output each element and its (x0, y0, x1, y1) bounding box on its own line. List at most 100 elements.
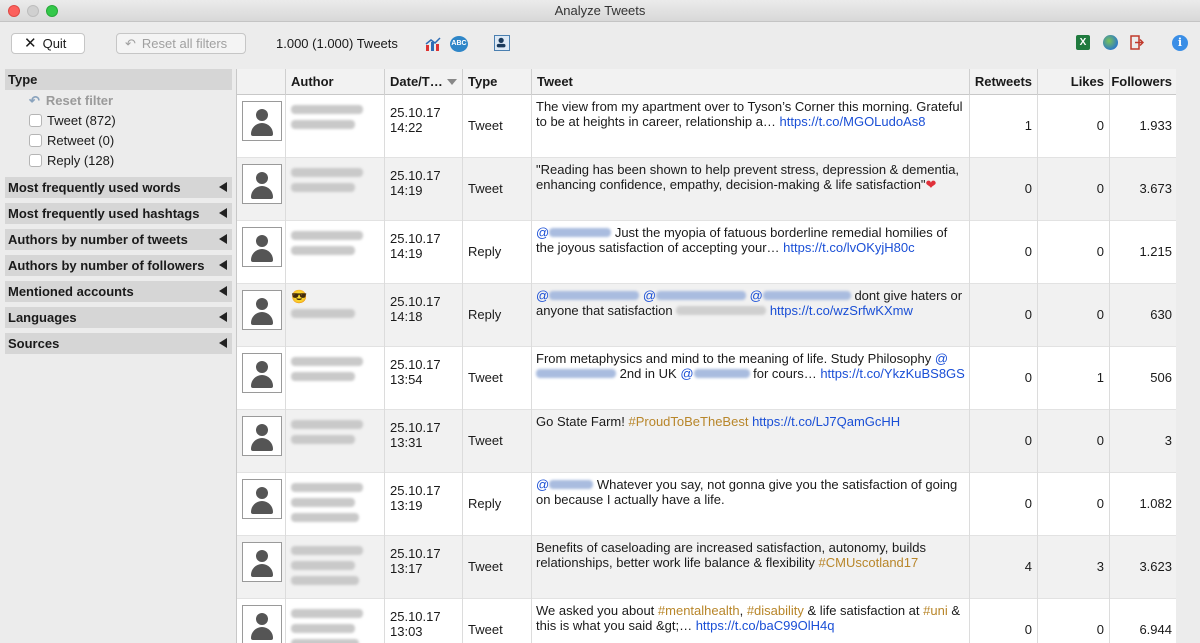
minimize-window-button[interactable] (27, 5, 39, 17)
section-sources[interactable]: Sources (5, 333, 232, 354)
mention[interactable]: @ (536, 288, 549, 303)
table-row[interactable]: 😎 25.10.17 14:18 Reply @ @ @ dont give hater… (237, 284, 1176, 347)
mention[interactable]: @ (639, 288, 656, 303)
retweets-cell: 0 (970, 473, 1038, 536)
avatar-icon[interactable] (242, 164, 282, 204)
tweet-cell[interactable]: Go State Farm! #ProudToBeTheBest https:/… (532, 410, 970, 473)
hashtag[interactable]: #disability (747, 603, 804, 618)
globe-icon[interactable] (1103, 35, 1118, 50)
column-header-avatar[interactable] (237, 69, 286, 95)
section-most-used-hashtags[interactable]: Most frequently used hashtags (5, 203, 232, 224)
section-authors-by-tweets[interactable]: Authors by number of tweets (5, 229, 232, 250)
tweet-cell[interactable]: We asked you about #mentalhealth, #disab… (532, 599, 970, 643)
tweet-link[interactable]: https://t.co/lvOKyjH80c (783, 240, 915, 255)
reset-all-filters-button[interactable]: ↶ Reset all filters (116, 33, 246, 54)
text-analysis-icon[interactable]: ABC (450, 36, 468, 52)
export-icon[interactable] (1130, 35, 1144, 50)
tweet-link[interactable]: https://t.co/baC99OlH4q (696, 618, 835, 633)
column-header-date[interactable]: Date/T… (385, 69, 463, 95)
avatar-icon[interactable] (242, 542, 282, 582)
tweet-link[interactable]: https://t.co/LJ7QamGcHH (752, 414, 900, 429)
type-option-retweet[interactable]: Retweet (0) (5, 131, 232, 151)
followers-value: 6.944 (1139, 622, 1172, 637)
avatar-icon[interactable] (242, 101, 282, 141)
type-option-reply[interactable]: Reply (128) (5, 151, 232, 171)
info-icon[interactable]: i (1172, 35, 1188, 51)
quit-button[interactable]: ✕ Quit (11, 33, 85, 54)
blurred-author-name (291, 168, 363, 177)
column-header-retweets[interactable]: Retweets (970, 69, 1038, 95)
section-authors-by-followers[interactable]: Authors by number of followers (5, 255, 232, 276)
hashtag[interactable]: #CMUscotland17 (819, 555, 919, 570)
mention[interactable]: @ (746, 288, 763, 303)
mention[interactable]: @ (536, 477, 549, 492)
hashtag[interactable]: #uni (923, 603, 948, 618)
mention[interactable]: @ (536, 225, 549, 240)
table-row[interactable]: 25.10.17 14:19 Tweet "Reading has been show… (237, 158, 1176, 221)
avatar-icon[interactable] (242, 353, 282, 393)
avatar-icon[interactable] (242, 227, 282, 267)
column-header-author[interactable]: Author (286, 69, 385, 95)
author-cell[interactable] (286, 347, 385, 410)
section-languages[interactable]: Languages (5, 307, 232, 328)
chart-icon[interactable] (424, 35, 442, 53)
tweet-cell[interactable]: The view from my apartment over to Tyson… (532, 95, 970, 158)
close-icon: ✕ (24, 35, 37, 52)
tweet-cell[interactable]: @ Whatever you say, not gonna give you t… (532, 473, 970, 536)
tweet-cell[interactable]: "Reading has been shown to help prevent … (532, 158, 970, 221)
reset-filter-link[interactable]: ↶ Reset filter (5, 90, 232, 111)
likes-cell: 0 (1038, 284, 1110, 347)
section-most-used-words[interactable]: Most frequently used words (5, 177, 232, 198)
tweet-cell[interactable]: From metaphysics and mind to the meaning… (532, 347, 970, 410)
type-option-tweet[interactable]: Tweet (872) (5, 111, 232, 131)
excel-export-icon[interactable]: X (1076, 35, 1090, 50)
table-row[interactable]: 25.10.17 14:19 Reply @ Just the myopia of f… (237, 221, 1176, 284)
tweet-text: From metaphysics and mind to the meaning… (536, 351, 965, 382)
avatar-icon[interactable] (242, 290, 282, 330)
collapse-arrow-icon (219, 234, 227, 244)
table-row[interactable]: 25.10.17 14:22 Tweet The view from my apart… (237, 95, 1176, 158)
likes-value: 1 (1096, 370, 1104, 385)
retweets-value: 0 (1024, 307, 1032, 322)
hashtag[interactable]: #mentalhealth (658, 603, 740, 618)
table-row[interactable]: 25.10.17 13:03 Tweet We asked you about #me… (237, 599, 1176, 643)
mention[interactable]: @ (680, 366, 693, 381)
tweet-link[interactable]: https://t.co/MGOLudoAs8 (780, 114, 926, 129)
column-header-likes[interactable]: Likes (1038, 69, 1110, 95)
table-row[interactable]: 25.10.17 13:17 Tweet Benefits of caseloadin… (237, 536, 1176, 599)
table-row[interactable]: 25.10.17 13:31 Tweet Go State Farm! #ProudT… (237, 410, 1176, 473)
table-row[interactable]: 25.10.17 13:19 Reply @ Whatever you say, no… (237, 473, 1176, 536)
tweet-cell[interactable]: @ Just the myopia of fatuous borderline … (532, 221, 970, 284)
author-cell[interactable] (286, 221, 385, 284)
author-cell[interactable] (286, 95, 385, 158)
author-cell[interactable] (286, 473, 385, 536)
avatar-icon[interactable] (242, 479, 282, 519)
table-row[interactable]: 25.10.17 13:54 Tweet From metaphysics and m… (237, 347, 1176, 410)
checkbox[interactable] (29, 114, 42, 127)
author-cell[interactable] (286, 158, 385, 221)
type-filter-header[interactable]: Type (5, 69, 232, 90)
tweet-link[interactable]: https://t.co/YkzKuBS8GS (820, 366, 965, 381)
tweet-link[interactable]: https://t.co/wzSrfwKXmw (770, 303, 913, 318)
author-cell[interactable] (286, 410, 385, 473)
hashtag[interactable]: #ProudToBeTheBest (628, 414, 748, 429)
tweet-cell[interactable]: Benefits of caseloading are increased sa… (532, 536, 970, 599)
column-header-followers[interactable]: Followers (1110, 69, 1176, 95)
collapse-arrow-icon (219, 338, 227, 348)
author-cell[interactable] (286, 536, 385, 599)
avatar-icon[interactable] (242, 416, 282, 456)
tweet-cell[interactable]: @ @ @ dont give haters or anyone that sa… (532, 284, 970, 347)
checkbox[interactable] (29, 154, 42, 167)
author-profile-icon[interactable] (494, 35, 510, 51)
close-window-button[interactable] (8, 5, 20, 17)
mention[interactable]: @ (935, 351, 948, 366)
window-right-edge (1176, 69, 1200, 643)
section-mentioned-accounts[interactable]: Mentioned accounts (5, 281, 232, 302)
checkbox[interactable] (29, 134, 42, 147)
column-header-type[interactable]: Type (463, 69, 532, 95)
author-cell[interactable]: 😎 (286, 284, 385, 347)
avatar-icon[interactable] (242, 605, 282, 643)
maximize-window-button[interactable] (46, 5, 58, 17)
author-cell[interactable] (286, 599, 385, 643)
column-header-tweet[interactable]: Tweet (532, 69, 970, 95)
